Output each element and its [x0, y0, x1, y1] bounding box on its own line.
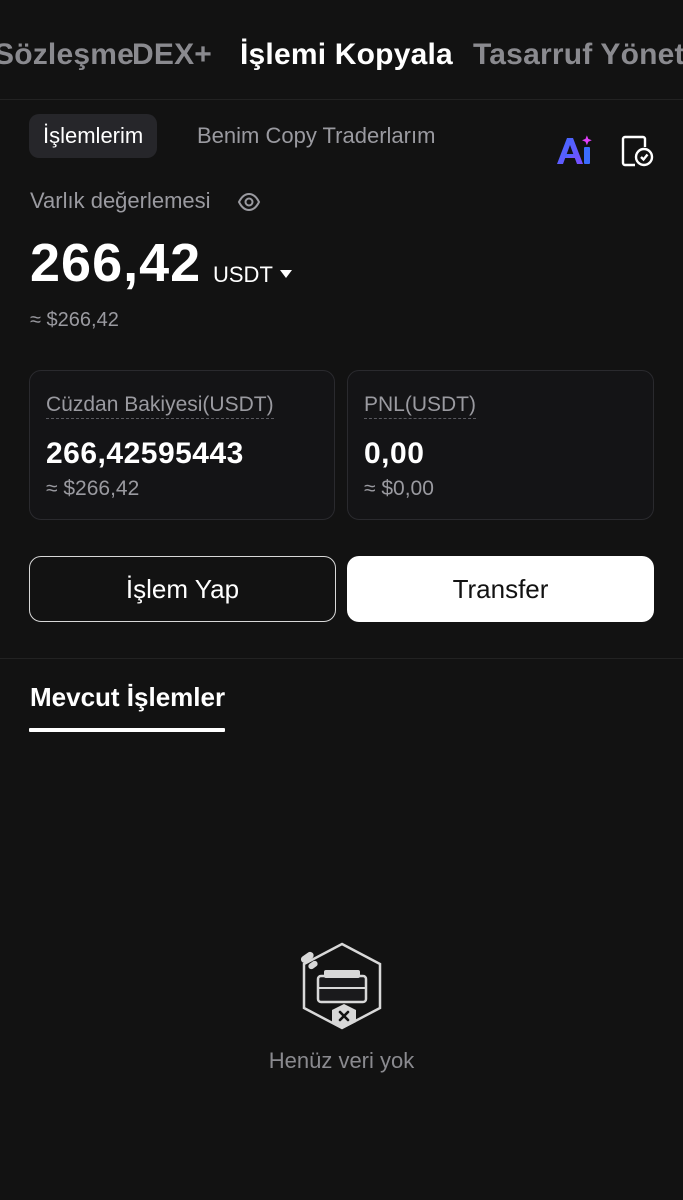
- document-clock-icon[interactable]: [620, 134, 654, 168]
- active-tab-indicator: [29, 728, 225, 732]
- eye-icon[interactable]: [237, 192, 261, 212]
- total-balance: 266,42: [30, 233, 202, 293]
- subtab-my-trades[interactable]: İşlemlerim: [29, 114, 158, 158]
- pnl-label[interactable]: PNL(USDT): [364, 393, 477, 419]
- ai-assistant-icon[interactable]: [554, 134, 594, 166]
- pnl-approx: ≈ $0,00: [364, 477, 434, 500]
- section-divider: [0, 658, 683, 659]
- trade-button[interactable]: İşlem Yap: [29, 556, 336, 622]
- pnl-card: PNL(USDT) 0,00 ≈ $0,00: [347, 370, 654, 520]
- wallet-balance-card: Cüzdan Bakiyesi(USDT) 266,42595443 ≈ $26…: [29, 370, 335, 520]
- empty-state-text: Henüz veri yok: [268, 1048, 415, 1073]
- currency-selector[interactable]: USDT: [213, 262, 273, 288]
- caret-down-icon[interactable]: [279, 269, 293, 279]
- valuation-label: Varlık değerlemesi: [30, 188, 211, 213]
- wallet-balance-value: 266,42595443: [46, 437, 244, 470]
- tab-sozlesme[interactable]: Sözleşme: [0, 38, 134, 72]
- empty-box-icon: [300, 942, 382, 1030]
- pnl-value: 0,00: [364, 437, 425, 470]
- tab-dex[interactable]: DEX+: [132, 38, 212, 72]
- wallet-balance-approx: ≈ $266,42: [46, 477, 140, 500]
- total-balance-approx: ≈ $266,42: [30, 309, 119, 331]
- tab-savings[interactable]: Tasarruf Yönetimi: [473, 38, 683, 72]
- tab-copy-trade[interactable]: İşlemi Kopyala: [240, 38, 453, 72]
- tab-current-positions[interactable]: Mevcut İşlemler: [30, 682, 225, 713]
- transfer-button[interactable]: Transfer: [347, 556, 654, 622]
- wallet-balance-label[interactable]: Cüzdan Bakiyesi(USDT): [46, 393, 274, 419]
- subtab-my-copy-traders[interactable]: Benim Copy Traderlarım: [197, 114, 435, 158]
- top-tab-bar: Sözleşme DEX+ İşlemi Kopyala Tasarruf Yö…: [0, 0, 683, 100]
- copy-trade-page: Sözleşme DEX+ İşlemi Kopyala Tasarruf Yö…: [0, 0, 683, 1200]
